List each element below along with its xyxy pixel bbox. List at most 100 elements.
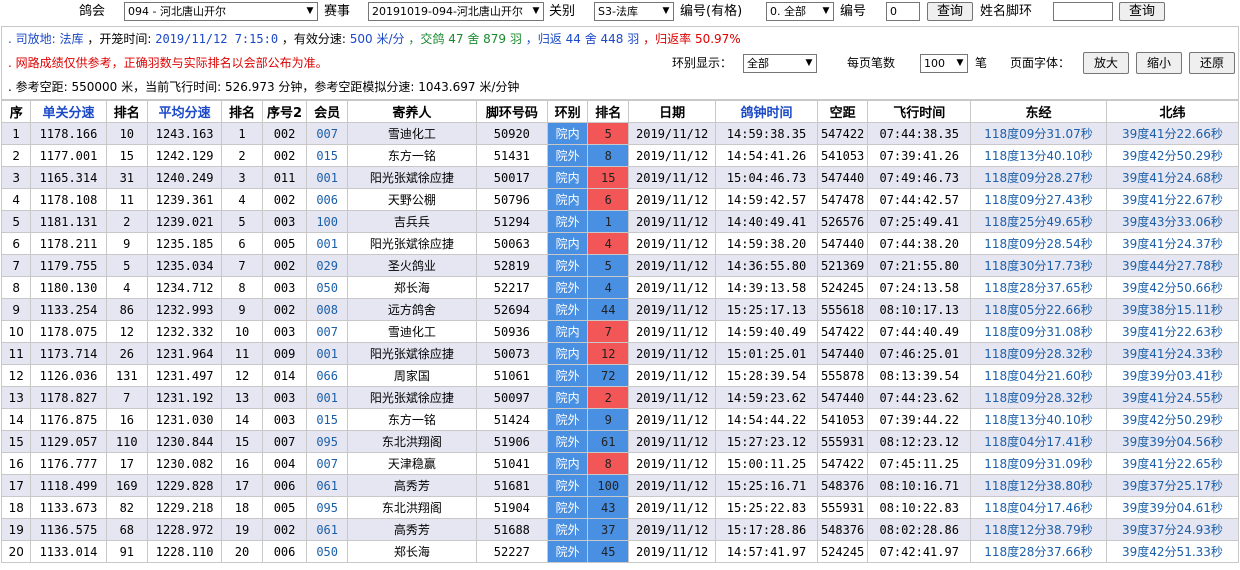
cell-ring-number: 50796 bbox=[475, 188, 548, 211]
ring-display-label: 环别显示： bbox=[672, 56, 733, 70]
cell-seq: 9 bbox=[1, 298, 32, 321]
race-select[interactable]: 20191019-094-河北唐山开尔 ▼ bbox=[368, 2, 544, 21]
cell-seq2: 009 bbox=[261, 342, 308, 365]
ring-display-select[interactable]: 全部 ▼ bbox=[743, 54, 817, 73]
cell-seq2: 004 bbox=[261, 452, 308, 475]
query-button[interactable]: 查询 bbox=[927, 2, 973, 21]
number-select[interactable]: 0. 全部 ▼ bbox=[766, 2, 834, 21]
cell-rank2: 8 bbox=[221, 276, 263, 299]
cell-latitude: 39度37分24.93秒 bbox=[1105, 518, 1239, 541]
cell-distance: 524245 bbox=[816, 540, 869, 563]
table-row: 2 1177.001 15 1242.129 2 002 015 东方一铭 51431 院外 8 20… bbox=[1, 144, 1239, 167]
cell-rank2: 2 bbox=[221, 144, 263, 167]
cell-longitude: 118度09分28.32秒 bbox=[969, 386, 1107, 409]
cell-avg-speed: 1231.192 bbox=[147, 386, 223, 409]
cell-rank3: 8 bbox=[587, 452, 630, 475]
club-select[interactable]: 094 - 河北唐山开尔 ▼ bbox=[124, 2, 318, 21]
cell-date: 2019/11/12 bbox=[628, 144, 717, 167]
cell-longitude: 118度13分40.10秒 bbox=[969, 144, 1107, 167]
cell-seq: 6 bbox=[1, 232, 32, 255]
cell-owner: 阳光张斌徐应捷 bbox=[346, 342, 477, 365]
cell-clock-time: 14:36:55.80 bbox=[715, 254, 818, 277]
cell-single-speed: 1136.575 bbox=[30, 518, 107, 541]
cell-seq2: 002 bbox=[261, 122, 308, 145]
cell-owner: 天野公棚 bbox=[346, 188, 477, 211]
cell-rank3: 5 bbox=[587, 122, 630, 145]
cell-ring-type: 院内 bbox=[546, 166, 589, 189]
cell-rank1: 9 bbox=[105, 232, 149, 255]
cell-seq2: 002 bbox=[261, 518, 308, 541]
reset-button[interactable]: 还原 bbox=[1189, 52, 1235, 74]
cell-member: 050 bbox=[306, 540, 348, 563]
cell-ring-type: 院外 bbox=[546, 430, 589, 453]
cell-seq: 3 bbox=[1, 166, 32, 189]
cell-date: 2019/11/12 bbox=[628, 540, 717, 563]
cell-flight-time: 07:24:13.58 bbox=[867, 276, 971, 299]
cell-date: 2019/11/12 bbox=[628, 320, 717, 343]
cell-avg-speed: 1230.082 bbox=[147, 452, 223, 475]
cell-date: 2019/11/12 bbox=[628, 386, 717, 409]
cell-single-speed: 1178.211 bbox=[30, 232, 107, 255]
cell-seq2: 003 bbox=[261, 276, 308, 299]
cell-longitude: 118度09分28.27秒 bbox=[969, 166, 1107, 189]
column-header-owner: 寄养人 bbox=[346, 100, 477, 123]
column-header-rank1: 排名 bbox=[105, 100, 149, 123]
stage-select[interactable]: S3-法库 ▼ bbox=[594, 2, 674, 21]
cell-date: 2019/11/12 bbox=[628, 452, 717, 475]
cell-owner: 远方鸽舍 bbox=[346, 298, 477, 321]
cell-avg-speed: 1239.021 bbox=[147, 210, 223, 233]
cell-ring-type: 院外 bbox=[546, 496, 589, 519]
cell-rank2: 20 bbox=[221, 540, 263, 563]
cell-avg-speed: 1235.034 bbox=[147, 254, 223, 277]
info-panel: . 司放地: 法库 ，开笼时间: 2019/11/12 7:15:0 ，有效分速… bbox=[1, 26, 1239, 100]
cell-ring-type: 院外 bbox=[546, 518, 589, 541]
query2-button[interactable]: 查询 bbox=[1119, 2, 1165, 21]
cell-single-speed: 1178.108 bbox=[30, 188, 107, 211]
cell-rank3: 15 bbox=[587, 166, 630, 189]
results-table: 序单关分速 排名 平均分速 排名 序号2 会员 寄养人 脚环号码 环别 排名 日期 鸽钟时间 空距 飞行时… bbox=[1, 100, 1239, 563]
name-ring-input[interactable] bbox=[1053, 2, 1113, 21]
cell-member: 029 bbox=[306, 254, 348, 277]
cell-single-speed: 1129.057 bbox=[30, 430, 107, 453]
cell-avg-speed: 1231.964 bbox=[147, 342, 223, 365]
table-row: 15 1129.057 110 1230.844 15 007 095 东北洪翔阁 51906 院… bbox=[1, 430, 1239, 453]
cell-flight-time: 08:02:28.86 bbox=[867, 518, 971, 541]
cell-rank1: 169 bbox=[105, 474, 149, 497]
cell-distance: 547440 bbox=[816, 342, 869, 365]
cell-distance: 547440 bbox=[816, 386, 869, 409]
cell-rank1: 15 bbox=[105, 144, 149, 167]
cell-latitude: 39度41分22.67秒 bbox=[1105, 188, 1239, 211]
cell-clock-time: 14:59:38.20 bbox=[715, 232, 818, 255]
cell-avg-speed: 1232.993 bbox=[147, 298, 223, 321]
cell-single-speed: 1177.001 bbox=[30, 144, 107, 167]
table-row: 13 1178.827 7 1231.192 13 003 001 阳光张斌徐应捷 50097 院… bbox=[1, 386, 1239, 409]
cell-seq2: 011 bbox=[261, 166, 308, 189]
cell-ring-number: 51688 bbox=[475, 518, 548, 541]
zoom-out-button[interactable]: 缩小 bbox=[1136, 52, 1182, 74]
number2-input[interactable]: 0 bbox=[886, 2, 920, 21]
cell-avg-speed: 1229.828 bbox=[147, 474, 223, 497]
filter-bar: 鸽会 094 - 河北唐山开尔 ▼ 赛事 20191019-094-河北唐山开尔… bbox=[0, 0, 1240, 24]
zoom-in-button[interactable]: 放大 bbox=[1083, 52, 1129, 74]
cell-latitude: 39度44分27.78秒 bbox=[1105, 254, 1239, 277]
cell-avg-speed: 1234.712 bbox=[147, 276, 223, 299]
cell-clock-time: 14:57:41.97 bbox=[715, 540, 818, 563]
cell-flight-time: 07:45:11.25 bbox=[867, 452, 971, 475]
cell-seq: 14 bbox=[1, 408, 32, 431]
cell-rank3: 1 bbox=[587, 210, 630, 233]
cell-longitude: 118度04分21.60秒 bbox=[969, 364, 1107, 387]
cell-avg-speed: 1235.185 bbox=[147, 232, 223, 255]
cell-flight-time: 08:10:17.13 bbox=[867, 298, 971, 321]
per-page-select[interactable]: 100 ▼ bbox=[920, 54, 968, 73]
cell-rank1: 131 bbox=[105, 364, 149, 387]
cell-rank2: 1 bbox=[221, 122, 263, 145]
cell-member: 066 bbox=[306, 364, 348, 387]
cell-latitude: 39度41分22.66秒 bbox=[1105, 122, 1239, 145]
table-header-row: 序单关分速 排名 平均分速 排名 序号2 会员 寄养人 脚环号码 环别 排名 日期 鸽钟时间 空距 飞行时… bbox=[1, 100, 1239, 123]
cell-flight-time: 07:21:55.80 bbox=[867, 254, 971, 277]
cell-date: 2019/11/12 bbox=[628, 188, 717, 211]
column-header-distance: 空距 bbox=[816, 100, 869, 123]
cell-seq: 19 bbox=[1, 518, 32, 541]
cell-longitude: 118度04分17.41秒 bbox=[969, 430, 1107, 453]
cell-longitude: 118度09分31.07秒 bbox=[969, 122, 1107, 145]
